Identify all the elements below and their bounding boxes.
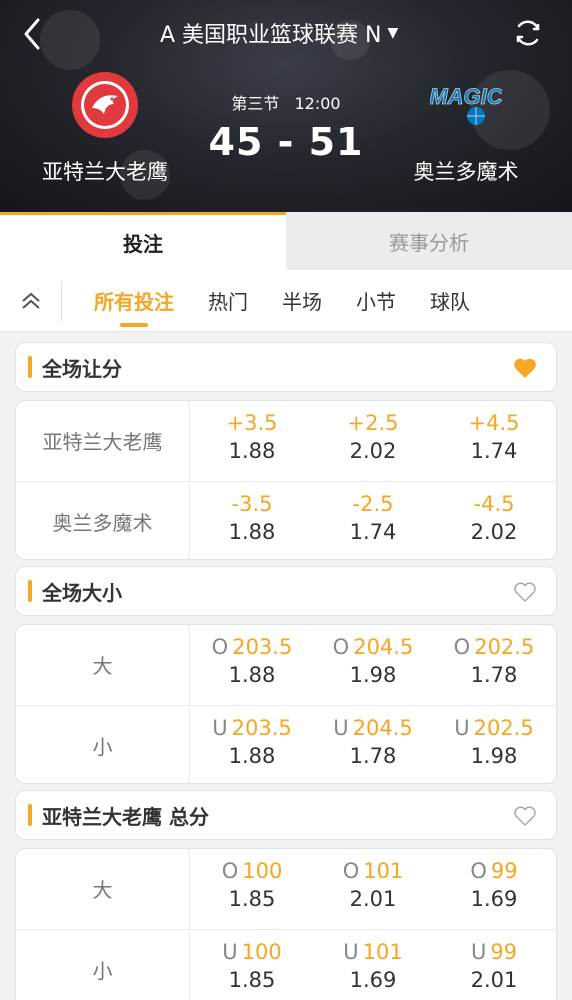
chevron-left-icon [24,18,40,50]
odds-card-team-total: 大 O 100 1.85 O 101 2.01 O 99 1.69 小 U 100 1.85 U… [15,848,557,1000]
league-title: A 美国职业篮球联赛 N [160,23,382,48]
odds-cell[interactable]: -2.5 1.74 [313,482,433,559]
odds-row: 亚特兰大老鹰 +3.5 1.88 +2.5 2.02 +4.5 1.74 [16,401,556,480]
odds-cell[interactable]: O 204.5 1.98 [313,625,433,704]
bet-filter-tabs: 所有投注 热门 半场 小节 球队 [0,270,572,332]
row-label: 小 [16,706,190,783]
section-header-team-total[interactable]: 亚特兰大老鹰 总分 [15,790,557,840]
heart-filled-icon[interactable] [512,355,538,381]
section-header-total[interactable]: 全场大小 [15,566,557,616]
home-team-name: 亚特兰大老鹰 [42,160,168,184]
collapse-all-button[interactable] [0,280,62,321]
dropdown-caret-icon: ▼ [387,25,399,41]
game-clock: 12:00 [294,94,341,113]
odds-cell[interactable]: O 202.5 1.78 [434,625,554,704]
away-team-logo: MAGIC [429,78,504,130]
odds-row: 大 O 203.5 1.88 O 204.5 1.98 O 202.5 1.78 [16,625,556,704]
odds-cell[interactable]: O 99 1.69 [434,849,554,928]
odds-cell[interactable]: U 99 2.01 [434,930,554,1000]
odds-cell[interactable]: O 101 2.01 [313,849,433,928]
match-header: A 美国职业篮球联赛 N ▼ 亚特兰大老鹰 第三节 12:00 45 - 51 … [0,0,572,212]
odds-row: 小 U 100 1.85 U 101 1.69 U 99 2.01 [16,929,556,1000]
row-label: 小 [16,930,190,1000]
row-label: 奥兰多魔术 [16,482,190,559]
odds-cell[interactable]: -3.5 1.88 [192,482,312,559]
odds-cell[interactable]: O 100 1.85 [192,849,312,928]
odds-cell[interactable]: U 203.5 1.88 [192,706,312,783]
row-label: 亚特兰大老鹰 [16,401,190,480]
odds-cell[interactable]: U 101 1.69 [313,930,433,1000]
home-team-logo [70,70,140,140]
section-title: 全场大小 [42,580,122,605]
sub-tab-quarter[interactable]: 小节 [356,286,396,315]
sub-tab-team[interactable]: 球队 [430,286,470,315]
sub-tab-half[interactable]: 半场 [282,286,322,315]
section-header-handicap[interactable]: 全场让分 [15,342,557,392]
double-chevron-up-icon [21,292,40,309]
odds-row: 大 O 100 1.85 O 101 2.01 O 99 1.69 [16,849,556,928]
odds-card-total: 大 O 203.5 1.88 O 204.5 1.98 O 202.5 1.78 小 U 20… [15,624,557,784]
odds-cell[interactable]: U 204.5 1.78 [313,706,433,783]
heart-outline-icon[interactable] [512,803,538,829]
score: 45 - 51 [208,120,364,164]
odds-cell[interactable]: O 203.5 1.88 [192,625,312,704]
period-clock: 第三节 12:00 [206,90,366,114]
refresh-icon [516,20,540,46]
sub-tab-popular[interactable]: 热门 [208,286,248,315]
refresh-button[interactable] [512,17,544,49]
row-label: 大 [16,849,190,928]
odds-cell[interactable]: +3.5 1.88 [192,401,312,480]
tab-bets[interactable]: 投注 [0,212,286,270]
heart-outline-icon[interactable] [512,579,538,605]
odds-cell[interactable]: U 202.5 1.98 [434,706,554,783]
odds-cell[interactable]: U 100 1.85 [192,930,312,1000]
section-title: 全场让分 [42,356,122,381]
odds-row: 小 U 203.5 1.88 U 204.5 1.78 U 202.5 1.98 [16,705,556,783]
sub-tab-all-bets[interactable]: 所有投注 [94,286,174,327]
odds-cell[interactable]: +4.5 1.74 [434,401,554,480]
main-tabs: 投注 赛事分析 [0,212,572,270]
back-button[interactable] [18,16,48,52]
period: 第三节 [231,94,280,113]
odds-row: 奥兰多魔术 -3.5 1.88 -2.5 1.74 -4.5 2.02 [16,481,556,559]
odds-cell[interactable]: +2.5 2.02 [313,401,433,480]
tab-match-analysis[interactable]: 赛事分析 [286,212,572,270]
magic-wordmark: MAGIC [430,84,502,109]
league-selector[interactable]: A 美国职业篮球联赛 N ▼ [160,18,420,48]
away-team-name: 奥兰多魔术 [413,160,519,184]
section-title: 亚特兰大老鹰 总分 [42,804,209,829]
row-label: 大 [16,625,190,704]
odds-cell[interactable]: -4.5 2.02 [434,482,554,559]
odds-card-handicap: 亚特兰大老鹰 +3.5 1.88 +2.5 2.02 +4.5 1.74 奥兰多魔术 … [15,400,557,560]
